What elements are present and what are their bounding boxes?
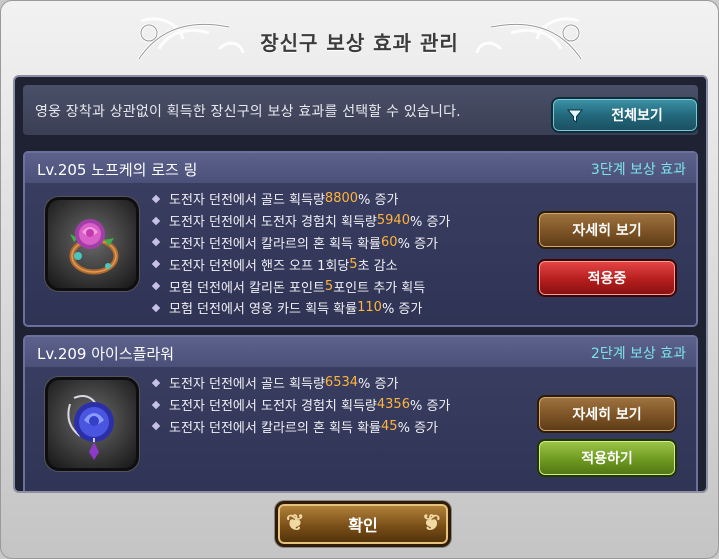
effect-item: 도전자 던전에서 칼라르의 혼 획득 확률 60% 증가: [151, 232, 450, 254]
effect-item: 모험 던전에서 영웅 카드 획득 확률 110% 증가: [151, 297, 450, 319]
filter-funnel-icon: [567, 109, 583, 123]
view-details-button[interactable]: 자세히 보기: [537, 395, 677, 433]
accessory-card-header: Lv.209 아이스플라워 2단계 보상 효과: [25, 337, 696, 367]
scroll-ornament-icon: ❦: [286, 510, 305, 536]
reward-tier: 2단계 보상 효과: [590, 346, 686, 362]
diamond-bullet-icon: [151, 216, 161, 225]
effect-value: 110: [357, 300, 382, 316]
dialog-title: 장신구 보상 효과 관리: [260, 31, 459, 55]
effect-value: 45: [381, 418, 398, 434]
effect-value: 8800: [324, 191, 359, 207]
diamond-bullet-icon: [151, 238, 161, 247]
accessory-name: Lv.209 아이스플라워: [37, 345, 175, 363]
view-details-button[interactable]: 자세히 보기: [537, 211, 677, 249]
confirm-label: 확인: [348, 516, 378, 535]
effect-list: 도전자 던전에서 골드 획득량 8800% 증가 도전자 던전에서 도전자 경험…: [151, 188, 450, 319]
effect-value: 5940: [376, 213, 410, 229]
effect-item: 도전자 던전에서 칼라르의 혼 획득 확률 45% 증가: [151, 416, 450, 438]
effect-value: 4356: [376, 397, 410, 413]
accessory-card: Lv.205 노프케의 로즈 링 3단계 보상 효과 도전자 던전에서 골드 획…: [23, 151, 698, 327]
accessory-card-header: Lv.205 노프케의 로즈 링 3단계 보상 효과: [25, 153, 696, 183]
accessory-slot[interactable]: [45, 377, 139, 471]
apply-button[interactable]: 적용하기: [537, 439, 677, 477]
accessory-name: Lv.205 노프케의 로즈 링: [37, 161, 198, 179]
diamond-bullet-icon: [151, 422, 161, 431]
accessory-slot[interactable]: [45, 197, 139, 291]
diamond-bullet-icon: [151, 378, 161, 388]
reward-tier: 3단계 보상 효과: [590, 162, 686, 178]
effect-item: 모험 던전에서 칼리돈 포인트 5 포인트 추가 획득: [151, 275, 450, 297]
diamond-bullet-icon: [151, 194, 161, 204]
view-all-button[interactable]: 전체보기: [551, 97, 699, 133]
effect-list: 도전자 던전에서 골드 획득량 6534% 증가 도전자 던전에서 도전자 경험…: [151, 372, 450, 438]
diamond-bullet-icon: [151, 400, 161, 409]
view-all-label: 전체보기: [611, 108, 663, 124]
effect-item: 도전자 던전에서 도전자 경험치 획득량 5940% 증가: [151, 210, 450, 232]
applied-status-button[interactable]: 적용중: [537, 259, 677, 297]
diamond-bullet-icon: [151, 281, 161, 291]
info-bar: 영웅 장착과 상관없이 획득한 장신구의 보상 효과를 선택할 수 있습니다. …: [23, 85, 699, 135]
dialog-frame: 장신구 보상 효과 관리 영웅 장착과 상관없이 획득한 장신구의 보상 효과를…: [0, 0, 719, 559]
scroll-ornament-icon: ❦: [421, 510, 440, 536]
effect-value: 60: [381, 234, 398, 250]
effect-item: 도전자 던전에서 골드 획득량 8800% 증가: [151, 188, 450, 210]
rose-ring-icon: [69, 219, 119, 275]
effect-item: 도전자 던전에서 핸즈 오프 1회당 5초 감소: [151, 253, 450, 275]
diamond-bullet-icon: [151, 303, 161, 313]
accessory-card: Lv.209 아이스플라워 2단계 보상 효과 도전자 던전에서 골드 획득량 …: [23, 335, 698, 491]
effect-item: 도전자 던전에서 도전자 경험치 획득량 4356% 증가: [151, 394, 450, 416]
accessory-panel: 영웅 장착과 상관없이 획득한 장신구의 보상 효과를 선택할 수 있습니다. …: [13, 75, 708, 493]
diamond-bullet-icon: [151, 260, 161, 269]
effect-value: 5: [349, 256, 358, 272]
ice-flower-icon: [67, 395, 114, 460]
effect-value: 6534: [324, 375, 359, 391]
effect-item: 도전자 던전에서 골드 획득량 6534% 증가: [151, 372, 450, 394]
info-description: 영웅 장착과 상관없이 획득한 장신구의 보상 효과를 선택할 수 있습니다.: [35, 104, 461, 120]
confirm-button[interactable]: ❦ 확인 ❦: [275, 501, 451, 547]
effect-value: 5: [324, 278, 334, 294]
